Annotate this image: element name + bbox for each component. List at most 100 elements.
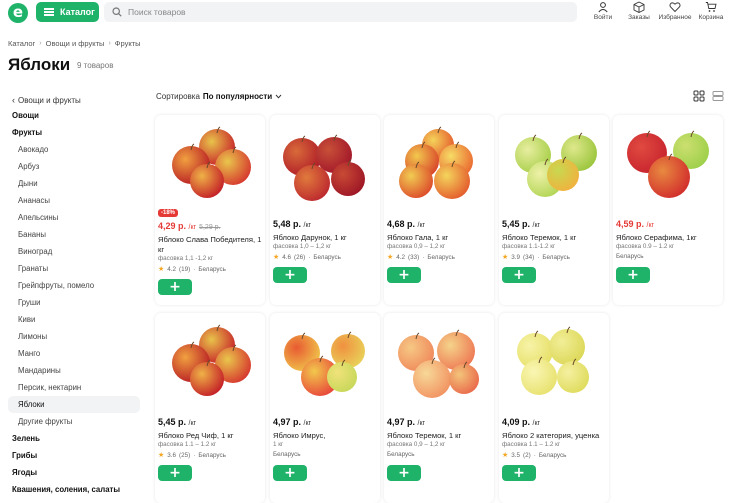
add-to-cart-button[interactable]: + bbox=[158, 279, 192, 295]
product-image[interactable] bbox=[501, 315, 607, 403]
breadcrumb-link[interactable]: Фрукты bbox=[115, 39, 141, 48]
product-name[interactable]: Яблоко Гала, 1 кг bbox=[387, 233, 491, 243]
product-card[interactable]: 5,45 р. /кг Яблоко Теремок, 1 кг фасовка 1… bbox=[499, 115, 609, 305]
product-image[interactable] bbox=[157, 117, 263, 205]
sidebar-item[interactable]: Виноград bbox=[8, 243, 140, 260]
list-view-icon[interactable] bbox=[712, 90, 724, 102]
sidebar-item[interactable]: Ягоды bbox=[8, 464, 140, 481]
sidebar-item[interactable]: Авокадо bbox=[8, 141, 140, 158]
price-value: 4,09 р. bbox=[502, 417, 531, 427]
sidebar-item[interactable]: Яблоки bbox=[8, 396, 140, 413]
product-card[interactable]: -18% 4,29 р. /кг 5,29 р. Яблоко Слава Побед… bbox=[155, 115, 265, 305]
product-origin: Беларусь bbox=[616, 253, 644, 260]
product-reviews: (25) bbox=[179, 451, 191, 459]
product-name[interactable]: Яблоко Серафима, 1кг bbox=[616, 233, 720, 243]
product-name[interactable]: Яблоко Теремок, 1 кг bbox=[387, 431, 491, 441]
catalog-button[interactable]: Каталог bbox=[36, 2, 99, 22]
add-to-cart-button[interactable]: + bbox=[387, 465, 421, 481]
sort-dropdown[interactable]: Сортировка По популярности bbox=[156, 92, 282, 101]
product-meta: ★ 4.6 (26) · Беларусь bbox=[273, 253, 341, 262]
add-to-cart-button[interactable]: + bbox=[273, 267, 307, 283]
product-price: 4,09 р. /кг bbox=[502, 417, 540, 427]
sidebar-item[interactable]: Фрукты bbox=[8, 124, 140, 141]
add-to-cart-button[interactable]: + bbox=[387, 267, 421, 283]
product-image[interactable] bbox=[157, 315, 263, 403]
cart-button[interactable]: Корзина bbox=[694, 1, 728, 21]
add-to-cart-button[interactable]: + bbox=[158, 465, 192, 481]
add-to-cart-button[interactable]: + bbox=[502, 267, 536, 283]
product-meta: ★ 3.6 (25) · Беларусь bbox=[158, 451, 226, 460]
sidebar-back-link[interactable]: ‹ Овощи и фрукты bbox=[12, 93, 140, 107]
star-icon: ★ bbox=[158, 266, 165, 273]
sidebar-item[interactable]: Ананасы bbox=[8, 192, 140, 209]
sidebar-item[interactable]: Лимоны bbox=[8, 328, 140, 345]
price-unit: /кг bbox=[646, 222, 655, 229]
product-pack: фасовка 0,9 – 1,2 кг bbox=[387, 243, 446, 250]
product-card[interactable]: 4,68 р. /кг Яблоко Гала, 1 кг фасовка 0,9 … bbox=[384, 115, 494, 305]
sidebar-item[interactable]: Бананы bbox=[8, 226, 140, 243]
product-name[interactable]: Яблоко Имрус, bbox=[273, 431, 377, 441]
breadcrumb-link[interactable]: Каталог bbox=[8, 39, 35, 48]
breadcrumb-link[interactable]: Овощи и фрукты bbox=[46, 39, 105, 48]
sidebar-item[interactable]: Апельсины bbox=[8, 209, 140, 226]
product-meta: Беларусь bbox=[387, 451, 415, 458]
sidebar-item[interactable]: Квашения, соления, салаты bbox=[8, 481, 140, 498]
product-image[interactable] bbox=[615, 117, 721, 205]
product-name[interactable]: Яблоко Ред Чиф, 1 кг bbox=[158, 431, 262, 441]
sidebar-item[interactable]: Дыни bbox=[8, 175, 140, 192]
logo[interactable]: e bbox=[8, 3, 28, 23]
sidebar-item[interactable]: Зелень bbox=[8, 430, 140, 447]
sidebar-item[interactable]: Овощи bbox=[8, 107, 140, 124]
product-image[interactable] bbox=[386, 315, 492, 403]
product-reviews: (33) bbox=[408, 253, 420, 261]
price-value: 5,45 р. bbox=[502, 219, 531, 229]
product-card[interactable]: 4,59 р. /кг Яблоко Серафима, 1кг фасовка 0… bbox=[613, 115, 723, 305]
product-image[interactable] bbox=[386, 117, 492, 205]
add-to-cart-button[interactable]: + bbox=[502, 465, 536, 481]
product-image[interactable] bbox=[272, 315, 378, 403]
favorites-button[interactable]: Избранное bbox=[658, 1, 692, 21]
orders-button[interactable]: Заказы bbox=[622, 1, 656, 21]
product-image[interactable] bbox=[501, 117, 607, 205]
plus-icon: + bbox=[398, 465, 410, 481]
add-to-cart-button[interactable]: + bbox=[273, 465, 307, 481]
login-button[interactable]: Войти bbox=[586, 1, 620, 21]
old-price: 5,29 р. bbox=[199, 224, 221, 231]
product-card[interactable]: 4,97 р. /кг Яблоко Имрус, 1 кг Беларусь + bbox=[270, 313, 380, 503]
product-card[interactable]: 4,97 р. /кг Яблоко Теремок, 1 кг фасовка 0… bbox=[384, 313, 494, 503]
breadcrumb: Каталог › Овощи и фрукты › Фрукты bbox=[8, 39, 141, 48]
sidebar-item[interactable]: Арбуз bbox=[8, 158, 140, 175]
grid-view-icon[interactable] bbox=[693, 90, 705, 102]
sidebar-item[interactable]: Мандарины bbox=[8, 362, 140, 379]
sidebar-item[interactable]: Киви bbox=[8, 311, 140, 328]
product-price: 4,59 р. /кг bbox=[616, 219, 654, 229]
box-icon bbox=[633, 1, 645, 13]
product-pack: фасовка 1,1 -1,2 кг bbox=[158, 255, 214, 262]
product-pack: 1 кг bbox=[273, 441, 284, 448]
product-image[interactable] bbox=[272, 117, 378, 205]
search-input[interactable] bbox=[128, 7, 548, 17]
product-pack: фасовка 1.1 – 1.2 кг bbox=[158, 441, 217, 448]
product-name[interactable]: Яблоко Дарунок, 1 кг bbox=[273, 233, 377, 243]
search-icon bbox=[112, 7, 122, 17]
sidebar-item[interactable]: Манго bbox=[8, 345, 140, 362]
product-price: 5,48 р. /кг bbox=[273, 219, 311, 229]
star-icon: ★ bbox=[158, 452, 165, 459]
product-name[interactable]: Яблоко 2 категория, уценка bbox=[502, 431, 606, 441]
product-card[interactable]: 5,48 р. /кг Яблоко Дарунок, 1 кг фасовка 1… bbox=[270, 115, 380, 305]
sidebar-item[interactable]: Персик, нектарин bbox=[8, 379, 140, 396]
product-card[interactable]: 5,45 р. /кг Яблоко Ред Чиф, 1 кг фасовка 1… bbox=[155, 313, 265, 503]
add-to-cart-button[interactable]: + bbox=[616, 267, 650, 283]
search-bar[interactable] bbox=[104, 2, 577, 22]
sidebar-item[interactable]: Другие фрукты bbox=[8, 413, 140, 430]
sidebar-item[interactable]: Гранаты bbox=[8, 260, 140, 277]
price-value: 4,29 р. bbox=[158, 221, 187, 231]
sidebar-item[interactable]: Грибы bbox=[8, 447, 140, 464]
product-card[interactable]: 4,09 р. /кг Яблоко 2 категория, уценка фас… bbox=[499, 313, 609, 503]
sidebar-item[interactable]: Груши bbox=[8, 294, 140, 311]
product-name[interactable]: Яблоко Слава Победителя, 1 кг bbox=[158, 235, 262, 254]
chevron-right-icon: › bbox=[108, 40, 111, 47]
product-meta: Беларусь bbox=[616, 253, 644, 260]
sidebar-item[interactable]: Грейпфруты, помело bbox=[8, 277, 140, 294]
product-name[interactable]: Яблоко Теремок, 1 кг bbox=[502, 233, 606, 243]
